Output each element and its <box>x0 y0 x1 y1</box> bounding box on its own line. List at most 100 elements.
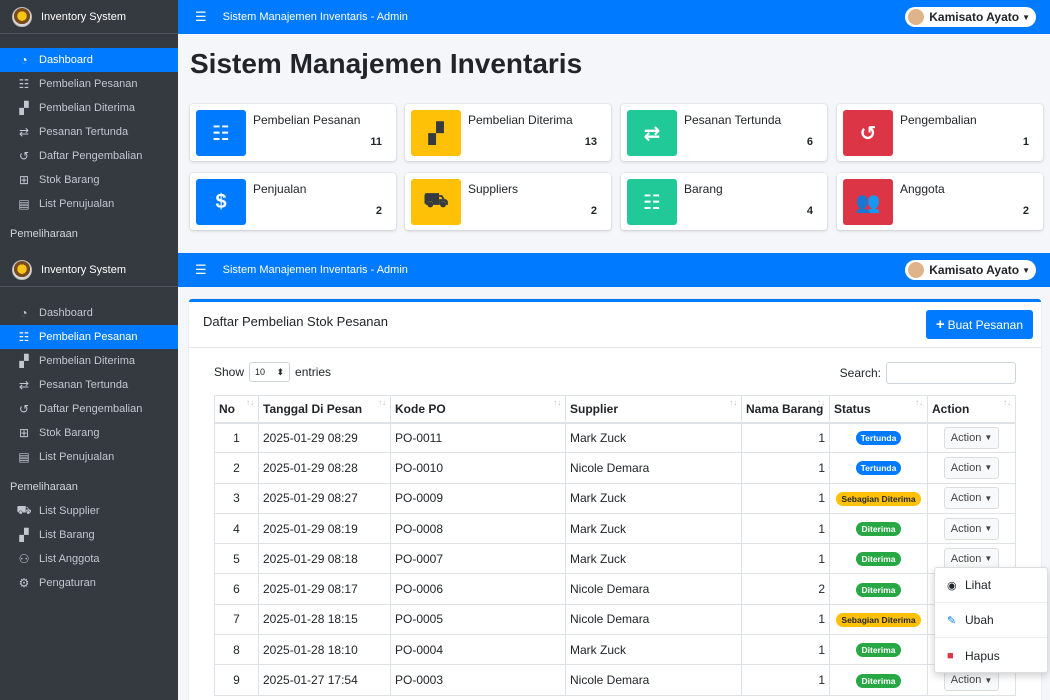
col-header-no[interactable]: No ↑↓ <box>214 395 259 424</box>
sidebar-item-stok-barang[interactable]: ⊞ Stok Barang <box>0 421 178 445</box>
exchange-icon: ⇄ <box>627 110 677 156</box>
col-header-supplier[interactable]: Supplier ↑↓ <box>565 395 742 424</box>
sidebar-item-label: Pesanan Tertunda <box>39 126 129 138</box>
action-button[interactable]: Action▼ <box>943 487 1000 510</box>
sidebar-item-pembelian-diterima[interactable]: ▞ Pembelian Diterima <box>0 96 178 120</box>
info-box-anggota[interactable]: 👥 Anggota 2 <box>837 173 1043 230</box>
sidebar-item-list-anggota[interactable]: ⚇ List Anggota <box>0 547 178 571</box>
info-box-label: Anggota <box>900 182 945 196</box>
menu-toggle-icon[interactable]: ☰ <box>195 262 207 278</box>
cell-action: Action▼ <box>927 512 1016 545</box>
action-button[interactable]: Action▼ <box>943 456 1000 479</box>
info-box-penjualan[interactable]: $ Penjualan 2 <box>190 173 396 230</box>
table-row: 4 2025-01-29 08:19 PO-0008 Mark Zuck 1 Diteri… <box>214 512 1016 545</box>
cell-supplier: Mark Zuck <box>565 482 742 514</box>
add-order-button[interactable]: + Buat Pesanan <box>925 310 1033 339</box>
menu-item-lihat[interactable]: ◉ Lihat <box>935 568 1047 603</box>
info-box-pesanan-tertunda[interactable]: ⇄ Pesanan Tertunda 6 <box>621 104 827 161</box>
sidebar-item-list-barang[interactable]: ▞ List Barang <box>0 523 178 547</box>
menu-toggle-icon[interactable]: ☰ <box>195 9 207 25</box>
info-box-pembelian-diterima[interactable]: ▞ Pembelian Diterima 13 <box>405 104 611 161</box>
user-dropdown[interactable]: Kamisato Ayato ▼ <box>905 7 1036 27</box>
action-label: Action <box>950 674 982 687</box>
cell-no: 2 <box>214 452 259 484</box>
menu-item-ubah[interactable]: ✎ Ubah <box>935 603 1047 638</box>
info-box-pengembalian[interactable]: ↺ Pengembalian 1 <box>837 104 1043 161</box>
table-row: 8 2025-01-28 18:10 PO-0004 Mark Zuck 1 Diteri… <box>214 634 1016 666</box>
info-box-suppliers[interactable]: ⛟ Suppliers 2 <box>405 173 611 230</box>
sidebar-item-pembelian-pesanan[interactable]: ☷ Pembelian Pesanan <box>0 325 178 349</box>
sidebar-item-pembelian-pesanan[interactable]: ☷ Pembelian Pesanan <box>0 72 178 96</box>
brand-text: Inventory System <box>41 263 126 276</box>
sidebar-item-pengaturan[interactable]: ⚙ Pengaturan <box>0 571 178 595</box>
col-header-action[interactable]: Action ↑↓ <box>927 395 1016 424</box>
table-row: 9 2025-01-27 17:54 PO-0003 Nicole Demara 1 Di… <box>214 664 1016 696</box>
user-name: Kamisato Ayato <box>929 263 1020 277</box>
sidebar-item-dashboard[interactable]: ◔ Dashboard <box>0 301 178 325</box>
col-header-status[interactable]: Status ↑↓ <box>829 395 928 424</box>
cell-supplier: Nicole Demara <box>565 664 742 696</box>
user-name: Kamisato Ayato <box>929 10 1020 24</box>
user-dropdown[interactable]: Kamisato Ayato ▼ <box>905 260 1036 280</box>
tachometer-icon: ◔ <box>20 306 28 320</box>
sidebar-item-pembelian-diterima[interactable]: ▞ Pembelian Diterima <box>0 349 178 373</box>
cell-action: Action▼ <box>927 482 1016 514</box>
brand-logo <box>12 259 32 280</box>
orders-table: No ↑↓ Tanggal Di Pesan ↑↓ Kode PO ↑↓ Suppli… <box>214 395 1016 696</box>
sidebar-item-daftar-pengembalian[interactable]: ↺ Daftar Pengembalian <box>0 144 178 168</box>
sort-icon: ↑↓ <box>553 398 561 407</box>
brand-link[interactable]: Inventory System <box>0 253 178 287</box>
sidebar-item-list-penjualan[interactable]: ▤ List Penujualan <box>0 192 178 216</box>
sort-icon: ↑↓ <box>246 398 254 407</box>
col-header-nama-barang[interactable]: Nama Barang ↑↓ <box>741 395 830 424</box>
action-label: Action <box>950 492 982 505</box>
table-row: 6 2025-01-29 08:17 PO-0006 Nicole Demara 2 Di… <box>214 573 1016 605</box>
sidebar-item-stok-barang[interactable]: ⊞ Stok Barang <box>0 168 178 192</box>
menu-item-hapus[interactable]: ■ Hapus <box>935 638 1047 673</box>
cell-qty: 1 <box>741 452 830 484</box>
truck-loading-icon: ⛟ <box>16 503 32 517</box>
sidebar-item-pesanan-tertunda[interactable]: ⇄ Pesanan Tertunda <box>0 373 178 397</box>
cell-status: Diterima <box>829 543 928 575</box>
sidebar-item-dashboard[interactable]: ◔ Dashboard <box>0 48 178 72</box>
cell-no: 6 <box>214 573 259 605</box>
caret-down-icon: ▼ <box>984 675 993 685</box>
info-box-barang[interactable]: ☷ Barang 4 <box>621 173 827 230</box>
table-icon: ☷ <box>18 330 30 344</box>
info-box-value: 2 <box>375 205 382 217</box>
cell-status: Diterima <box>829 512 928 545</box>
search-input[interactable] <box>886 362 1016 384</box>
col-label: Kode PO <box>395 401 446 416</box>
grid-icon: ⊞ <box>18 173 30 187</box>
info-box-pembelian-pesanan[interactable]: ☷ Pembelian Pesanan 11 <box>190 104 396 161</box>
cell-qty: 1 <box>741 603 830 636</box>
trash-icon: ■ <box>947 649 954 662</box>
sidebar-item-daftar-pengembalian[interactable]: ↺ Daftar Pengembalian <box>0 397 178 421</box>
sidebar-item-label: List Penujualan <box>39 198 115 210</box>
sidebar-item-label: Dashboard <box>39 54 93 66</box>
col-header-tanggal[interactable]: Tanggal Di Pesan ↑↓ <box>258 395 391 424</box>
status-badge: Sebagian Diterima <box>836 612 921 627</box>
sidebar-item-pesanan-tertunda[interactable]: ⇄ Pesanan Tertunda <box>0 120 178 144</box>
col-header-kode-po[interactable]: Kode PO ↑↓ <box>390 395 566 424</box>
cell-supplier: Nicole Demara <box>565 603 742 636</box>
sidebar-item-list-penjualan[interactable]: ▤ List Penujualan <box>0 445 178 469</box>
info-box-label: Pembelian Diterima <box>468 113 573 127</box>
cell-supplier: Nicole Demara <box>565 452 742 484</box>
menu-item-label: Ubah <box>965 613 994 627</box>
add-order-label: Buat Pesanan <box>947 317 1023 332</box>
sidebar-section-header: Pemeliharaan <box>10 228 78 240</box>
cell-po: PO-0009 <box>390 482 566 514</box>
action-label: Action <box>950 461 982 474</box>
brand-link[interactable]: Inventory System <box>0 0 178 34</box>
action-button[interactable]: Action▼ <box>943 426 1000 449</box>
sidebar-item-list-supplier[interactable]: ⛟ List Supplier <box>0 499 178 523</box>
entries-select[interactable]: 10 ⬍ <box>249 362 291 382</box>
show-label: Show <box>214 365 245 379</box>
col-label: No <box>219 401 235 416</box>
sidebar-item-label: Pembelian Diterima <box>39 102 135 114</box>
action-label: Action <box>950 431 982 444</box>
cell-qty: 1 <box>741 634 830 666</box>
action-button[interactable]: Action▼ <box>943 517 1000 540</box>
top-navbar-1: Inventory System ☰ Sistem Manajemen Inve… <box>0 0 1050 34</box>
